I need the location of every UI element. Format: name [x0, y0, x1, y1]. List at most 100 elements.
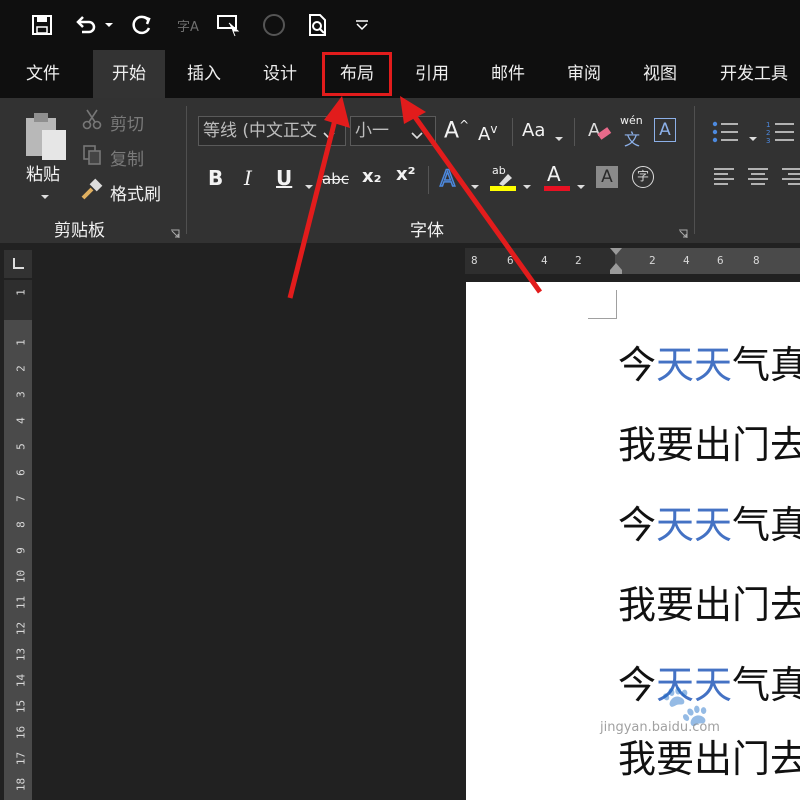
italic-button[interactable]: I	[244, 166, 252, 190]
svg-text:A: A	[588, 120, 601, 141]
ruler-tick: 1	[14, 339, 28, 346]
blue-text-run: 天天	[656, 503, 733, 547]
text-run: 气真	[732, 343, 800, 387]
grow-font-button[interactable]: A^	[444, 118, 469, 143]
subscript-button[interactable]: x₂	[362, 166, 382, 187]
font-color-label: A	[547, 162, 561, 186]
enclose-characters-button[interactable]: 字	[632, 166, 654, 188]
copy-button[interactable]: 复制	[110, 145, 144, 170]
bullets-icon[interactable]	[712, 120, 742, 148]
ruler-tick: 1	[14, 289, 28, 296]
indent-marker-icon[interactable]	[609, 248, 623, 278]
text-line[interactable]: 我要出门去	[618, 728, 800, 783]
customize-dropdown-icon[interactable]	[352, 10, 372, 40]
font-size-value: 小一	[355, 121, 389, 141]
record-icon[interactable]	[260, 10, 288, 40]
paste-button[interactable]: 粘贴	[26, 160, 60, 185]
bullets-dropdown-icon[interactable]	[748, 128, 758, 147]
ruler-tick: 4	[14, 417, 28, 424]
font-color-button[interactable]: A	[544, 162, 570, 192]
paste-dropdown-icon[interactable]	[40, 186, 50, 205]
ruler-tick: 8	[14, 521, 28, 528]
underline-button[interactable]: U	[276, 166, 292, 190]
undo-icon[interactable]	[72, 10, 100, 40]
text-line[interactable]: 我要出门去	[618, 574, 800, 629]
group-divider	[186, 106, 187, 234]
font-dialog-launcher-icon[interactable]	[678, 224, 688, 243]
phonetic-char: 文	[624, 130, 641, 149]
highlight-button[interactable]: ab	[490, 164, 516, 192]
character-border-button[interactable]: A	[654, 118, 676, 142]
svg-text:2: 2	[766, 129, 770, 137]
cut-button[interactable]: 剪切	[110, 110, 144, 135]
text-line[interactable]: 我要出门去	[618, 414, 800, 469]
font-name-value: 等线 (中文正文	[203, 121, 318, 141]
ruler-tick: 6	[507, 254, 514, 267]
bold-button[interactable]: B	[208, 166, 223, 190]
change-case-button[interactable]: Aa	[522, 120, 545, 141]
tab-insert[interactable]: 插入	[170, 50, 238, 98]
tab-view[interactable]: 视图	[626, 50, 694, 98]
touch-mode-icon[interactable]	[214, 10, 244, 40]
ruler-tick: 8	[471, 254, 478, 267]
svg-text:A: A	[440, 167, 455, 192]
ruler-tick: 17	[14, 751, 28, 766]
redo-icon[interactable]	[128, 10, 156, 40]
undo-dropdown-icon[interactable]	[102, 10, 116, 40]
text-run: 我要出门去	[618, 737, 800, 781]
clear-formatting-icon[interactable]: A	[588, 118, 612, 148]
change-case-dropdown-icon[interactable]	[554, 128, 564, 147]
strikethrough-button[interactable]: abc	[322, 170, 349, 188]
highlight-color-swatch	[490, 186, 516, 191]
ruler-left-margin	[465, 248, 615, 274]
clipboard-icon	[22, 110, 70, 166]
ruler-tick: 13	[14, 647, 28, 662]
tab-home[interactable]: 开始	[93, 50, 165, 98]
tab-file[interactable]: 文件	[10, 50, 76, 98]
character-shading-button[interactable]: A	[596, 166, 618, 188]
text-run: 今	[618, 663, 657, 707]
ruler-tick: 4	[683, 254, 690, 267]
tab-design[interactable]: 设计	[246, 50, 314, 98]
text-run: 今	[618, 343, 657, 387]
tab-selector[interactable]	[4, 250, 32, 278]
vertical-ruler[interactable]: 1 1 2 3 4 5 6 7 8 9 10 11 12 13 14 15 16…	[4, 280, 32, 800]
text-effects-dropdown-icon[interactable]	[470, 176, 480, 195]
ruler-tick: 12	[14, 621, 28, 636]
copy-icon	[82, 144, 102, 170]
text-line[interactable]: 今天天气真	[618, 334, 800, 389]
font-size-dropdown-icon[interactable]	[410, 126, 424, 145]
numbering-icon[interactable]: 123	[766, 120, 796, 148]
underline-dropdown-icon[interactable]	[304, 176, 314, 195]
text-line[interactable]: 今天天气真	[618, 494, 800, 549]
superscript-button[interactable]: x²	[396, 164, 416, 185]
highlight-dropdown-icon[interactable]	[522, 176, 532, 195]
ruler-tick: 4	[541, 254, 548, 267]
divider	[512, 118, 513, 146]
ruler-tick: 16	[14, 725, 28, 740]
align-left-icon[interactable]	[712, 166, 736, 192]
tab-mailings[interactable]: 邮件	[474, 50, 542, 98]
margin-corner-mark	[588, 290, 617, 319]
print-preview-icon[interactable]	[304, 10, 332, 40]
clipboard-dialog-launcher-icon[interactable]	[170, 224, 180, 243]
tab-developer[interactable]: 开发工具	[704, 50, 800, 98]
shrink-font-button[interactable]: Av	[478, 122, 497, 145]
ruler-tick: 10	[14, 569, 28, 584]
align-center-icon[interactable]	[746, 166, 770, 192]
horizontal-ruler[interactable]: 8 6 4 2 2 4 6 8	[465, 248, 800, 274]
format-painter-button[interactable]: 格式刷	[110, 180, 161, 205]
text-run: 我要出门去	[618, 583, 800, 627]
align-right-icon[interactable]	[780, 166, 800, 192]
phonetic-guide-button[interactable]: wén 文	[620, 114, 646, 149]
tab-review[interactable]: 审阅	[550, 50, 618, 98]
divider	[428, 166, 429, 194]
ruler-tick: 6	[14, 469, 28, 476]
font-color-dropdown-icon[interactable]	[576, 176, 586, 195]
spelling-icon[interactable]: 字A	[174, 10, 202, 40]
tab-references[interactable]: 引用	[398, 50, 466, 98]
font-name-dropdown-icon[interactable]	[322, 126, 336, 145]
save-icon[interactable]	[28, 10, 56, 40]
text-effects-icon[interactable]: A	[438, 164, 464, 196]
text-run: 气真	[732, 663, 800, 707]
